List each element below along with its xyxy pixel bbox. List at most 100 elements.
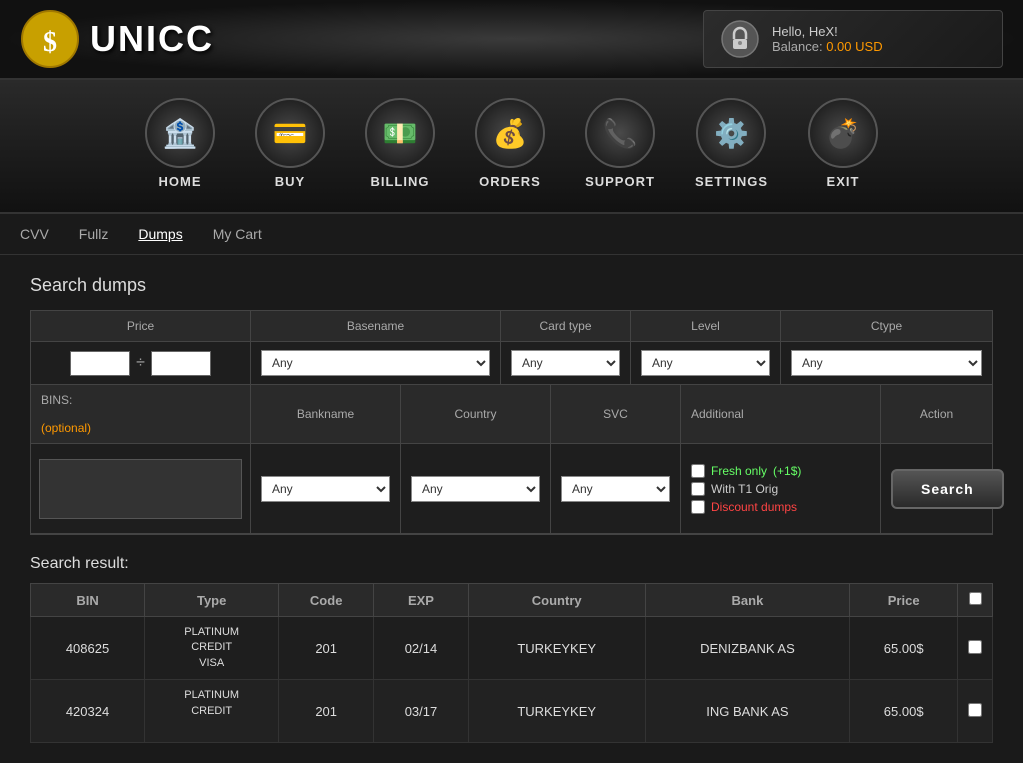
col-price: Price: [850, 584, 958, 617]
logo-area: $ UNICC: [20, 9, 214, 69]
nav-label-settings: SETTINGS: [695, 174, 768, 189]
search-title: Search dumps: [30, 275, 993, 296]
cell-exp: 02/14: [374, 617, 469, 680]
svc-header: SVC: [551, 385, 681, 443]
main-content: Search dumps Price Basename Card type Le…: [0, 255, 1023, 763]
bins-textarea[interactable]: [39, 459, 242, 519]
cell-country: TURKEYKEY: [468, 617, 645, 680]
svg-text:$: $: [43, 27, 57, 58]
level-select-cell: Any: [631, 342, 781, 384]
country-select-cell: Any: [401, 444, 551, 533]
support-icon: 📞: [585, 98, 655, 168]
col-type: Type: [145, 584, 279, 617]
nav-label-buy: BUY: [275, 174, 305, 189]
nav-label-exit: EXIT: [827, 174, 860, 189]
subnav-mycart[interactable]: My Cart: [213, 226, 262, 242]
level-select[interactable]: Any: [641, 350, 770, 376]
row-checkbox[interactable]: [968, 703, 982, 717]
nav-item-buy[interactable]: 💳 BUY: [235, 90, 345, 197]
cell-price: 65.00$: [850, 617, 958, 680]
nav-item-billing[interactable]: 💵 BILLING: [345, 90, 455, 197]
col-bank: Bank: [645, 584, 850, 617]
logo-icon: $: [20, 9, 80, 69]
cell-type: PLATINUMCREDITVISA: [145, 617, 279, 680]
basename-header: Basename: [251, 311, 501, 341]
bankname-select[interactable]: Any: [261, 476, 390, 502]
price-header: Price: [31, 311, 251, 341]
cardtype-select[interactable]: Any: [511, 350, 620, 376]
subnav-dumps[interactable]: Dumps: [138, 226, 182, 242]
nav-item-exit[interactable]: 💣 EXIT: [788, 90, 898, 197]
header: $ UNICC Hello, HeX! Balance: 0.00 USD: [0, 0, 1023, 80]
search-header-row: Price Basename Card type Level Ctype: [31, 311, 992, 342]
basename-select[interactable]: Any: [261, 350, 490, 376]
results-body: 408625 PLATINUMCREDITVISA 201 02/14 TURK…: [31, 617, 993, 743]
bankname-select-cell: Any: [251, 444, 401, 533]
results-header-row: BIN Type Code EXP Country Bank Price: [31, 584, 993, 617]
nav-item-settings[interactable]: ⚙️ SETTINGS: [675, 90, 788, 197]
bins-header: BINS: (optional): [31, 385, 251, 443]
balance-value: 0.00 USD: [826, 39, 882, 54]
ctype-select-cell: Any: [781, 342, 992, 384]
nav-label-orders: ORDERS: [479, 174, 541, 189]
discount-dumps-checkbox[interactable]: [691, 500, 705, 514]
search-input-row1: ÷ Any Any Any Any: [31, 342, 992, 385]
hello-text: Hello, HeX!: [772, 24, 883, 39]
col-code: Code: [279, 584, 374, 617]
bins-textarea-cell: [31, 444, 251, 533]
nav-bar: 🏦 HOME 💳 BUY 💵 BILLING 💰 ORDERS 📞 SUPPOR…: [0, 80, 1023, 214]
nav-item-support[interactable]: 📞 SUPPORT: [565, 90, 675, 197]
country-header: Country: [401, 385, 551, 443]
ctype-header: Ctype: [781, 311, 992, 341]
cell-bin: 420324: [31, 680, 145, 743]
nav-item-orders[interactable]: 💰 ORDERS: [455, 90, 565, 197]
svc-select-cell: Any: [551, 444, 681, 533]
results-table: BIN Type Code EXP Country Bank Price 408…: [30, 583, 993, 743]
sub-nav: CVV Fullz Dumps My Cart: [0, 214, 1023, 255]
fresh-only-option[interactable]: Fresh only (+1$): [691, 464, 801, 478]
nav-label-billing: BILLING: [370, 174, 429, 189]
select-all-checkbox[interactable]: [969, 592, 982, 605]
additional-header: Additional: [681, 385, 881, 443]
col-select: [958, 584, 993, 617]
table-row: 408625 PLATINUMCREDITVISA 201 02/14 TURK…: [31, 617, 993, 680]
settings-icon: ⚙️: [696, 98, 766, 168]
col-country: Country: [468, 584, 645, 617]
cell-price: 65.00$: [850, 680, 958, 743]
user-panel: Hello, HeX! Balance: 0.00 USD: [703, 10, 1003, 68]
country-select[interactable]: Any: [411, 476, 540, 502]
table-row: 420324 PLATINUMCREDIT 201 03/17 TURKEYKE…: [31, 680, 993, 743]
cardtype-header: Card type: [501, 311, 631, 341]
with-t1-option[interactable]: With T1 Orig: [691, 482, 801, 496]
user-info: Hello, HeX! Balance: 0.00 USD: [772, 24, 883, 54]
exit-icon: 💣: [808, 98, 878, 168]
ctype-select[interactable]: Any: [791, 350, 982, 376]
col-bin: BIN: [31, 584, 145, 617]
price-inputs-cell: ÷: [31, 342, 251, 384]
nav-item-home[interactable]: 🏦 HOME: [125, 90, 235, 197]
nav-label-home: HOME: [158, 174, 201, 189]
cell-bin: 408625: [31, 617, 145, 680]
search-button[interactable]: Search: [891, 469, 1004, 509]
search-form: Price Basename Card type Level Ctype ÷ A…: [30, 310, 993, 535]
svc-select[interactable]: Any: [561, 476, 670, 502]
with-t1-checkbox[interactable]: [691, 482, 705, 496]
lock-icon: [720, 19, 760, 59]
cell-select: [958, 617, 993, 680]
cell-exp: 03/17: [374, 680, 469, 743]
cell-type: PLATINUMCREDIT: [145, 680, 279, 743]
cell-country: TURKEYKEY: [468, 680, 645, 743]
price-min-input[interactable]: [70, 351, 130, 376]
discount-dumps-option[interactable]: Discount dumps: [691, 500, 801, 514]
cell-code: 201: [279, 617, 374, 680]
cell-code: 201: [279, 680, 374, 743]
subnav-fullz[interactable]: Fullz: [79, 226, 109, 242]
search-header-row2: BINS: (optional) Bankname Country SVC Ad…: [31, 385, 992, 444]
subnav-cvv[interactable]: CVV: [20, 226, 49, 242]
price-max-input[interactable]: [151, 351, 211, 376]
action-header: Action: [881, 385, 992, 443]
cell-bank: ING BANK AS: [645, 680, 850, 743]
additional-options-cell: Fresh only (+1$) With T1 Orig Discount d…: [681, 444, 881, 533]
fresh-only-checkbox[interactable]: [691, 464, 705, 478]
billing-icon: 💵: [365, 98, 435, 168]
